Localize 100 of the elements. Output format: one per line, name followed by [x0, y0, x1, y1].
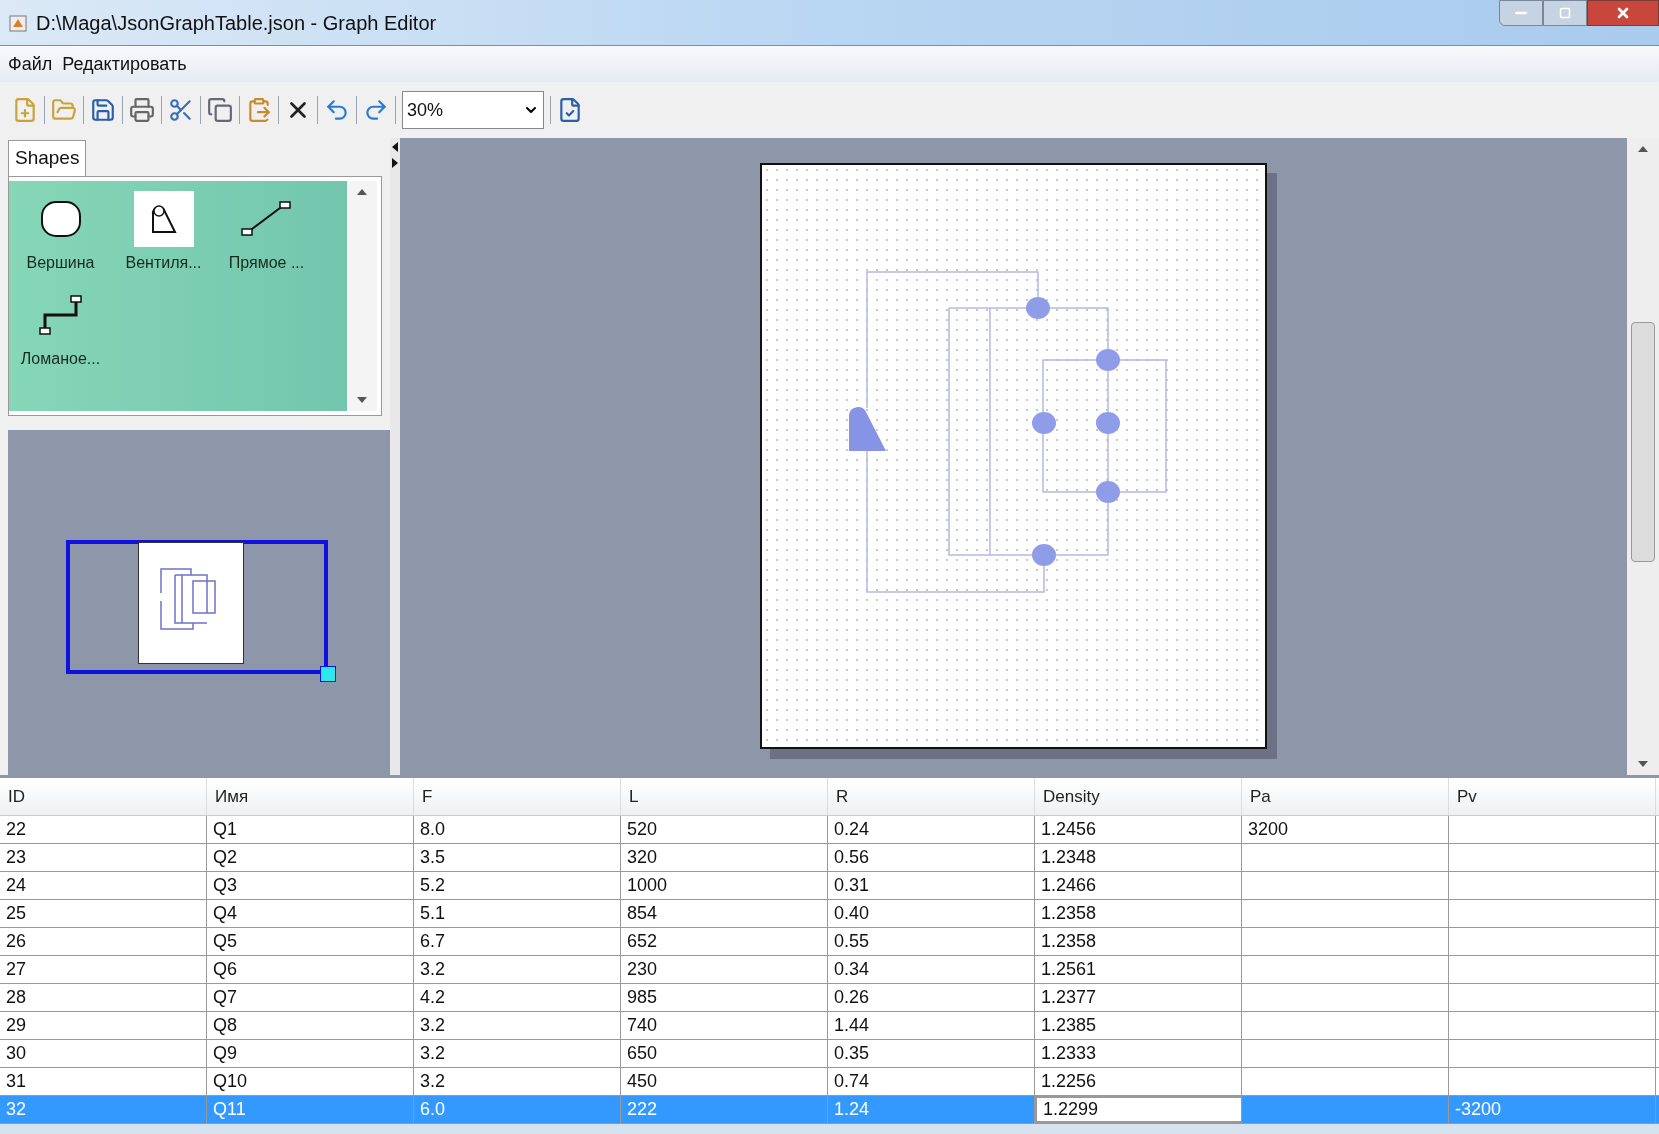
table-cell: 4.2: [414, 984, 621, 1011]
minimize-button[interactable]: [1499, 0, 1543, 26]
expand-right-icon[interactable]: [392, 158, 398, 168]
close-button[interactable]: [1587, 0, 1659, 26]
column-header[interactable]: F: [414, 778, 621, 815]
table-cell: Q7: [207, 984, 414, 1011]
table-cell: 1.2385: [1035, 1012, 1242, 1039]
table-cell: Q10: [207, 1068, 414, 1095]
connector-line: [1107, 370, 1109, 413]
connector-line: [1107, 433, 1109, 482]
connector-line: [1042, 359, 1097, 413]
table-cell: 3.2: [414, 1040, 621, 1067]
table-cell: 650: [621, 1040, 828, 1067]
table-cell: Q5: [207, 928, 414, 955]
table-cell: Q3: [207, 872, 414, 899]
table-cell: 1000: [621, 872, 828, 899]
column-header[interactable]: Имя: [207, 778, 414, 815]
table-cell: 8.0: [414, 816, 621, 843]
maximize-button[interactable]: [1543, 0, 1587, 26]
column-header[interactable]: ID: [0, 778, 207, 815]
copy-icon[interactable]: [207, 97, 233, 123]
scissors-icon[interactable]: [168, 97, 194, 123]
window-title: D:\Maga\JsonGraphTable.json - Graph Editor: [36, 10, 437, 36]
connector-line: [1049, 307, 1109, 350]
table-cell: 520: [621, 816, 828, 843]
column-header[interactable]: Pv: [1449, 778, 1656, 815]
connector-line: [1055, 502, 1109, 556]
table-cell: 854: [621, 900, 828, 927]
vertical-scrollbar[interactable]: [347, 181, 377, 411]
table-cell: 450: [621, 1068, 828, 1095]
table-cell: 1.2348: [1035, 844, 1242, 871]
menu-item[interactable]: Редактировать: [62, 50, 187, 78]
table-cell: 1.2333: [1035, 1040, 1242, 1067]
table-cell: 22: [0, 816, 207, 843]
save-icon[interactable]: [90, 97, 116, 123]
table-cell: 0.40: [828, 900, 1035, 927]
node: [1096, 481, 1120, 503]
shapes-tab[interactable]: Shapes: [8, 140, 87, 176]
shape-item[interactable]: Ломаное...: [9, 287, 112, 383]
table-cell: 6.0: [414, 1096, 621, 1123]
cell-editor[interactable]: 1.2299: [1035, 1096, 1242, 1123]
node: [1096, 412, 1120, 434]
table-cell: 0.31: [828, 872, 1035, 899]
column-header[interactable]: Pa: [1242, 778, 1449, 815]
table-cell: 31: [0, 1068, 207, 1095]
table-cell: 0.74: [828, 1068, 1035, 1095]
clipboard-icon[interactable]: [246, 97, 272, 123]
table-cell: 1.2456: [1035, 816, 1242, 843]
viewport-frame[interactable]: [66, 540, 328, 674]
scroll-down-icon[interactable]: [1638, 761, 1648, 767]
column-header[interactable]: L: [621, 778, 828, 815]
resize-handle[interactable]: [320, 666, 336, 682]
table-cell: 985: [621, 984, 828, 1011]
table-cell: 5.1: [414, 900, 621, 927]
maximize-icon: [1559, 7, 1571, 19]
table-cell: 32: [0, 1096, 207, 1123]
table-cell: 3.2: [414, 1012, 621, 1039]
table-cell: 30: [0, 1040, 207, 1067]
table-cell: 0.55: [828, 928, 1035, 955]
shape-item[interactable]: Вершина: [9, 191, 112, 287]
table-cell: 0.35: [828, 1040, 1035, 1067]
app-icon: [8, 12, 28, 33]
table-cell: 24: [0, 872, 207, 899]
table-cell: 3200: [1242, 816, 1449, 843]
table-cell: 25: [0, 900, 207, 927]
table-cell: 23: [0, 844, 207, 871]
table-cell: 230: [621, 956, 828, 983]
printer-icon[interactable]: [129, 97, 155, 123]
table-cell: 5.2: [414, 872, 621, 899]
table-cell: 0.24: [828, 816, 1035, 843]
table-cell: 3.5: [414, 844, 621, 871]
column-header[interactable]: R: [828, 778, 1035, 815]
scroll-down-icon[interactable]: [357, 397, 367, 403]
scroll-up-icon[interactable]: [1638, 146, 1648, 152]
table-cell: 28: [0, 984, 207, 1011]
node: [1032, 544, 1056, 566]
redo-icon[interactable]: [363, 97, 389, 123]
collapse-left-icon[interactable]: [392, 142, 398, 152]
table-cell: Q9: [207, 1040, 414, 1067]
shape-item[interactable]: Прямое ...: [215, 191, 318, 287]
scroll-up-icon[interactable]: [357, 189, 367, 195]
zoom-combo[interactable]: 30%: [402, 91, 544, 129]
table-cell: Q2: [207, 844, 414, 871]
table-cell: 740: [621, 1012, 828, 1039]
table-cell: 3.2: [414, 1068, 621, 1095]
table-cell: Q6: [207, 956, 414, 983]
node: [1096, 349, 1120, 371]
table-cell: 1.2358: [1035, 900, 1242, 927]
undo-icon[interactable]: [324, 97, 350, 123]
table-cell: 652: [621, 928, 828, 955]
export-icon[interactable]: [557, 97, 583, 123]
shape-item[interactable]: Вентиля...: [112, 191, 215, 287]
node: [1032, 412, 1056, 434]
scroll-thumb[interactable]: [1631, 322, 1655, 562]
menu-item[interactable]: Файл: [8, 50, 53, 78]
table-cell: 1.2377: [1035, 984, 1242, 1011]
close-icon: [1615, 5, 1631, 21]
table-cell: 1.2358: [1035, 928, 1242, 955]
horizontal-scrollbar[interactable]: [0, 1124, 1659, 1134]
column-header[interactable]: Density: [1035, 778, 1242, 815]
